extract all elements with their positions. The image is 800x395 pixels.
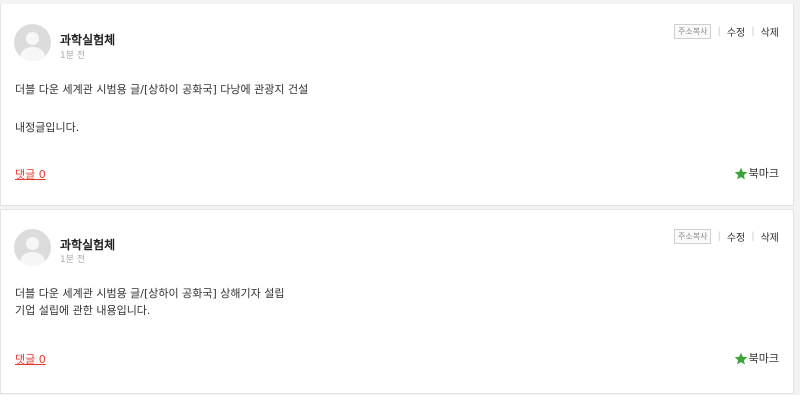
post-content-line: 더블 다운 세계관 시범용 글/[상하이 공화국] 다낭에 관광지 건설 xyxy=(15,83,309,96)
post-actions: 주소복사 | 수정 | 삭제 xyxy=(673,229,779,244)
author-name[interactable]: 과학실험체 xyxy=(60,31,115,48)
post-content-line: 내정글입니다. xyxy=(15,121,80,134)
post-content-line: 더블 다운 세계관 시범용 글/[상하이 공화국] 상해기자 설립 xyxy=(15,287,285,300)
delete-button[interactable]: 삭제 xyxy=(761,229,779,244)
comments-link[interactable]: 댓글 0 xyxy=(15,351,46,367)
author-name[interactable]: 과학실험체 xyxy=(60,236,115,253)
avatar[interactable] xyxy=(14,24,51,61)
star-icon xyxy=(734,352,747,364)
avatar-head-shape xyxy=(26,237,39,250)
delete-button[interactable]: 삭제 xyxy=(761,24,779,39)
avatar-body-shape xyxy=(20,47,45,61)
post-card: 과학실험체 1분 전 주소복사 | 수정 | 삭제 더블 다운 세계관 시범용 … xyxy=(0,4,794,206)
action-separator: | xyxy=(751,26,755,37)
edit-button[interactable]: 수정 xyxy=(727,24,745,39)
post-time: 1분 전 xyxy=(60,255,86,265)
action-separator: | xyxy=(751,231,755,242)
post-content-line: 기업 설립에 관한 내용입니다. xyxy=(15,304,151,317)
post-time: 1분 전 xyxy=(60,51,86,61)
bookmark-label: 북마크 xyxy=(748,352,779,365)
bookmark-button[interactable]: 북마크 xyxy=(734,165,779,181)
edit-button[interactable]: 수정 xyxy=(727,229,745,244)
avatar-body-shape xyxy=(20,252,45,266)
action-separator: | xyxy=(717,231,721,242)
star-icon xyxy=(734,167,747,179)
post-actions: 주소복사 | 수정 | 삭제 xyxy=(673,24,779,39)
copy-address-button[interactable]: 주소복사 xyxy=(673,229,712,244)
avatar[interactable] xyxy=(14,229,51,266)
comments-link[interactable]: 댓글 0 xyxy=(15,166,46,182)
action-separator: | xyxy=(717,26,721,37)
avatar-head-shape xyxy=(26,32,39,45)
bookmark-label: 북마크 xyxy=(748,167,779,180)
copy-address-button[interactable]: 주소복사 xyxy=(673,24,712,39)
post-card: 과학실험체 1분 전 주소복사 | 수정 | 삭제 더블 다운 세계관 시범용 … xyxy=(0,209,794,394)
bookmark-button[interactable]: 북마크 xyxy=(734,350,779,366)
